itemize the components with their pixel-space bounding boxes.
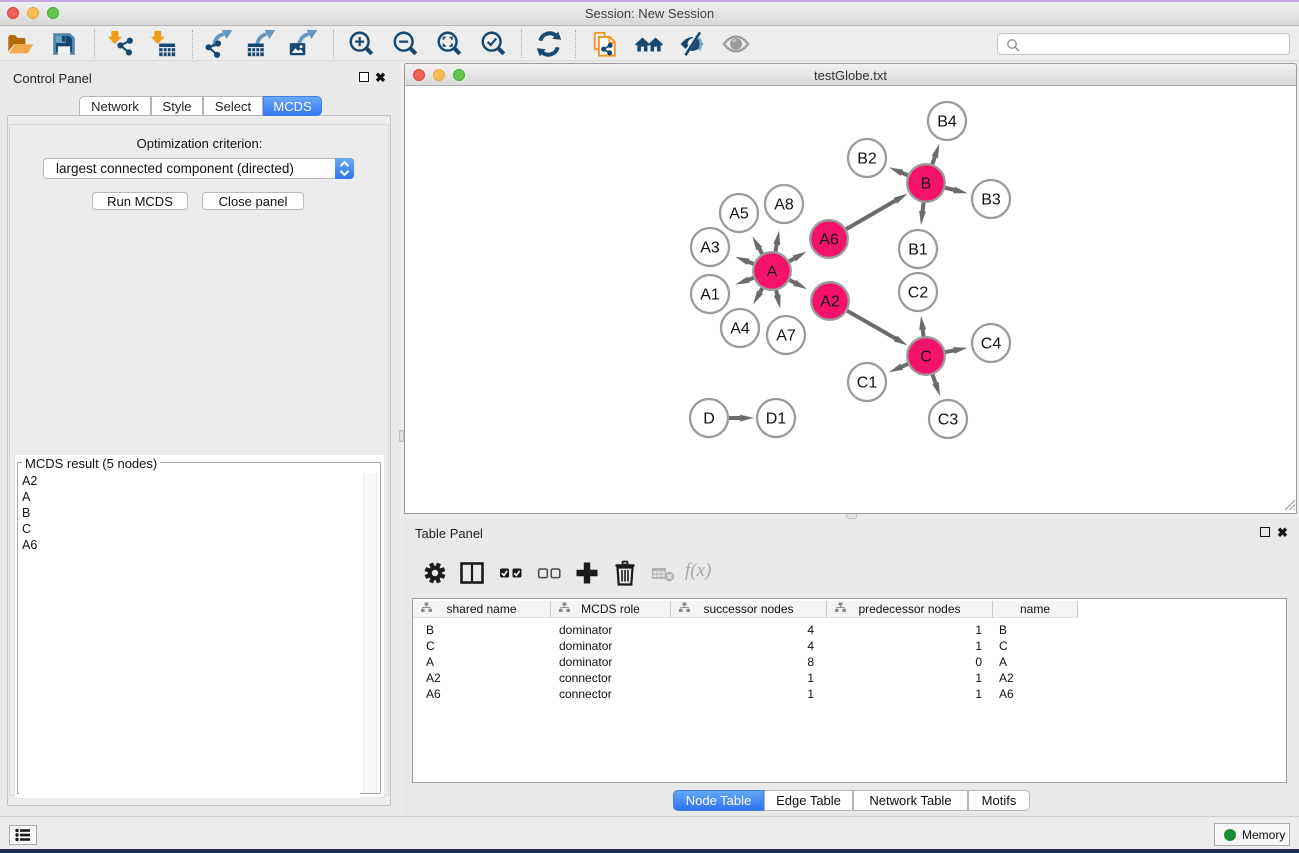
- svg-text:A8: A8: [774, 197, 794, 214]
- svg-text:A7: A7: [776, 328, 796, 345]
- svg-text:A5: A5: [729, 206, 749, 223]
- svg-text:A3: A3: [700, 240, 720, 257]
- svg-text:A4: A4: [730, 321, 750, 338]
- svg-text:C2: C2: [908, 285, 929, 302]
- svg-text:D: D: [703, 411, 715, 428]
- svg-text:C4: C4: [981, 336, 1002, 353]
- svg-text:A6: A6: [819, 232, 839, 249]
- svg-text:D1: D1: [766, 411, 787, 428]
- svg-text:B: B: [921, 176, 932, 193]
- svg-text:A2: A2: [820, 294, 840, 311]
- svg-text:C1: C1: [857, 375, 878, 392]
- svg-text:B2: B2: [857, 151, 877, 168]
- svg-text:A: A: [767, 264, 778, 281]
- svg-text:B1: B1: [908, 242, 928, 259]
- svg-text:B4: B4: [937, 114, 957, 131]
- svg-text:C3: C3: [938, 412, 959, 429]
- svg-text:B3: B3: [981, 192, 1001, 209]
- svg-text:A1: A1: [700, 287, 720, 304]
- svg-text:C: C: [920, 349, 932, 366]
